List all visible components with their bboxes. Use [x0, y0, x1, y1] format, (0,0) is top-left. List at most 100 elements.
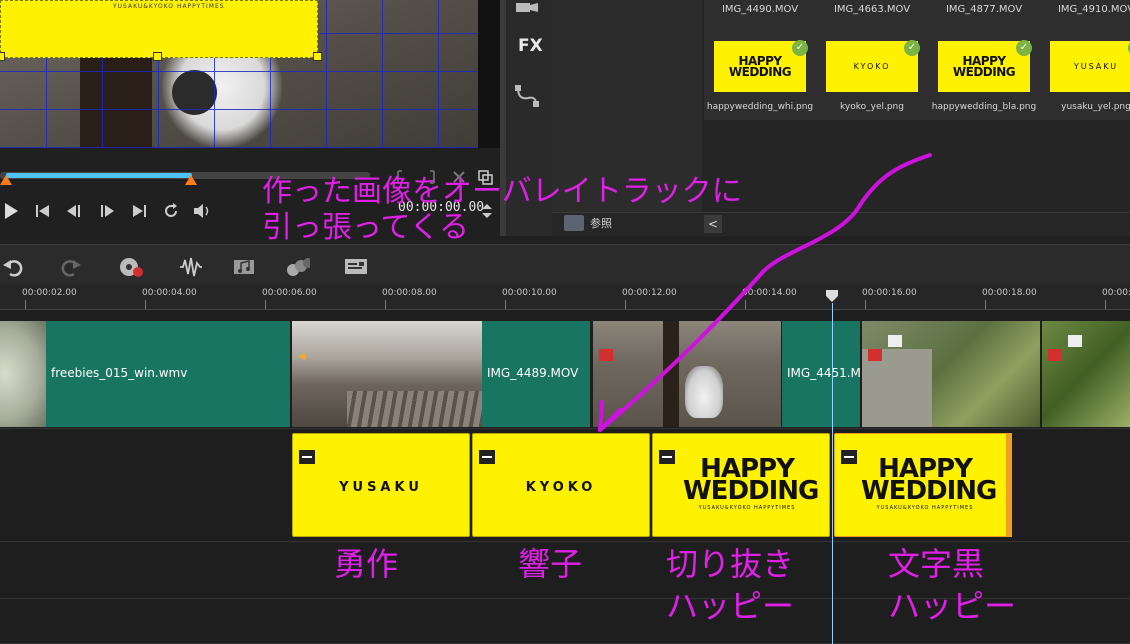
- playhead-handle[interactable]: [825, 289, 839, 303]
- annotation-caption-line: ハッピー: [888, 587, 1017, 625]
- video-clip-icon: [1068, 335, 1082, 347]
- railway-tracks: [347, 391, 482, 427]
- annotation-caption: 勇作: [334, 543, 398, 585]
- annotation-heading: 作った画像をオーバレイトラックに 引っ張ってくる: [262, 174, 742, 246]
- previous-frame-icon[interactable]: [64, 200, 86, 222]
- video-clip[interactable]: IMG_4489.MOV: [482, 321, 590, 427]
- play-icon[interactable]: [0, 200, 22, 222]
- mute-icon: [868, 349, 882, 361]
- ruler-tick: [745, 300, 746, 309]
- thumbnail-text: KYOKO: [853, 62, 891, 71]
- annotation-caption-line: 響子: [518, 545, 583, 583]
- next-frame-icon[interactable]: [96, 200, 118, 222]
- overlay-clip-text: HAPPY WEDDING: [861, 454, 997, 506]
- ruler-tick: [385, 300, 386, 309]
- video-clip[interactable]: IMG_4451.M: [782, 321, 861, 427]
- resize-handle[interactable]: [153, 52, 162, 61]
- resize-handle[interactable]: [0, 52, 5, 61]
- thumbnail-text: HAPPY WEDDING: [952, 53, 1016, 79]
- repeat-icon[interactable]: [160, 200, 182, 222]
- overlay-clip[interactable]: KYOKO: [472, 433, 650, 537]
- clip-name: freebies_015_win.wmv: [51, 366, 188, 380]
- scrub-selection: [6, 173, 192, 178]
- overlay-clip[interactable]: YUSAKU: [292, 433, 470, 537]
- motion-tracking-icon[interactable]: [284, 256, 310, 278]
- resize-handle[interactable]: [313, 52, 322, 61]
- video-clip-thumbnail[interactable]: [862, 321, 1040, 427]
- mark-out-handle[interactable]: [185, 175, 197, 185]
- video-clip-thumbnail[interactable]: [593, 321, 781, 427]
- record-capture-icon[interactable]: [118, 256, 144, 278]
- redo-icon[interactable]: [58, 256, 84, 278]
- image-clip-icon: [299, 450, 315, 464]
- ruler-tick: [145, 300, 146, 309]
- ruler-label: 00:00:16.00: [862, 288, 917, 298]
- annotation-caption-line: 文字黒: [888, 545, 985, 583]
- clip-name: IMG_4451.M: [787, 366, 861, 380]
- library-item-top-name: IMG_4490.MOV: [721, 4, 799, 15]
- library-thumbnail-grid: IMG_4490.MOV HAPPY WEDDING ✓ happywedding…: [704, 0, 1130, 120]
- video-editor-window: YUSAKU&KYOKO HAPPYTIMES 00:00:00.00 FX I…: [0, 0, 1130, 644]
- annotation-heading-line: 引っ張ってくる: [262, 210, 469, 245]
- ruler-label: 00:00:08.00: [382, 288, 437, 298]
- volume-icon[interactable]: [192, 200, 214, 222]
- annotation-caption-line: ハッピー: [666, 587, 795, 625]
- media-icon[interactable]: [514, 0, 540, 19]
- library-item[interactable]: IMG_4663.MOV KYOKO ✓ kyoko_yel.png: [816, 0, 928, 120]
- undo-icon[interactable]: [0, 256, 26, 278]
- overlay-clip-subtext: YUSAKU&KYOKO HAPPYTIMES: [876, 505, 974, 511]
- library-thumbnail: YUSAKU: [1050, 41, 1130, 92]
- clip-name: IMG_4489.MOV: [487, 366, 579, 380]
- annotation-caption-line: 切り抜き: [666, 545, 795, 583]
- audio-mixer-icon[interactable]: [178, 256, 204, 278]
- thumbnail-text: HAPPY WEDDING: [728, 53, 792, 79]
- library-item[interactable]: IMG_4490.MOV HAPPY WEDDING ✓ happywedding…: [704, 0, 816, 120]
- mark-in-handle[interactable]: [0, 175, 12, 185]
- library-item-file-name: kyoko_yel.png: [840, 102, 904, 112]
- ruler-label: 00:00:2: [1102, 288, 1130, 298]
- ruler-tick: [1105, 300, 1106, 309]
- go-to-start-icon[interactable]: [32, 200, 54, 222]
- annotation-caption: 響子: [518, 543, 582, 585]
- ruler-tick: [625, 300, 626, 309]
- library-item-file-name: yusaku_yel.png: [1061, 102, 1130, 112]
- video-clip[interactable]: freebies_015_win.wmv: [46, 321, 290, 427]
- video-clip-thumbnail[interactable]: [1042, 321, 1130, 427]
- library-item[interactable]: IMG_4877.MOV HAPPY WEDDING ✓ happywedding…: [928, 0, 1040, 120]
- go-to-end-icon[interactable]: [128, 200, 150, 222]
- path-icon[interactable]: [514, 84, 542, 112]
- overlay-clip-selected[interactable]: HAPPY WEDDING YUSAKU&KYOKO HAPPYTIMES: [834, 433, 1012, 537]
- image-clip-icon: [479, 450, 495, 464]
- timeline-ruler[interactable]: 00:00:02.00 00:00:04.00 00:00:06.00 00:0…: [0, 284, 1130, 310]
- overlay-clip[interactable]: HAPPY WEDDING YUSAKU&KYOKO HAPPYTIMES: [652, 433, 830, 537]
- ruler-tick: [25, 300, 26, 309]
- ruler-label: 00:00:04.00: [142, 288, 197, 298]
- cat: [685, 366, 723, 418]
- preview-player[interactable]: YUSAKU&KYOKO HAPPYTIMES: [0, 0, 500, 148]
- mute-icon: [1048, 349, 1062, 361]
- library-item-top-name: IMG_4910.MOV: [1057, 4, 1130, 15]
- video-clip-thumbnail[interactable]: ◀: [292, 321, 482, 427]
- playhead-line: [832, 303, 833, 644]
- overlay-selection-box[interactable]: YUSAKU&KYOKO HAPPYTIMES: [0, 0, 318, 58]
- annotation-caption: 文字黒 ハッピー: [888, 543, 1016, 627]
- overlay-clip-text: KYOKO: [525, 480, 597, 495]
- check-icon: ✓: [792, 40, 808, 56]
- thumbnail-text: YUSAKU: [1073, 62, 1119, 71]
- annotation-heading-line: 作った画像をオーバレイトラックに: [262, 174, 742, 209]
- ruler-label: 00:00:02.00: [22, 288, 77, 298]
- ruler-label: 00:00:14.00: [742, 288, 797, 298]
- subtitle-editor-icon[interactable]: [344, 256, 370, 278]
- overlay-clip-text: YUSAKU: [339, 480, 423, 495]
- library-item[interactable]: IMG_4910.MOV YUSAKU ✓ yusaku_yel.png: [1040, 0, 1130, 120]
- audio-icon: ◀: [298, 351, 306, 362]
- image-clip-icon: [841, 450, 857, 464]
- timeline-toolbar: [0, 244, 1130, 284]
- trim-handle[interactable]: [1006, 433, 1012, 537]
- library-item-top-name: IMG_4877.MOV: [945, 4, 1023, 15]
- ruler-tick: [985, 300, 986, 309]
- ruler-tick: [265, 300, 266, 309]
- auto-music-icon[interactable]: [232, 256, 258, 278]
- fx-icon[interactable]: FX: [518, 36, 543, 56]
- annotation-caption: 切り抜き ハッピー: [666, 543, 794, 627]
